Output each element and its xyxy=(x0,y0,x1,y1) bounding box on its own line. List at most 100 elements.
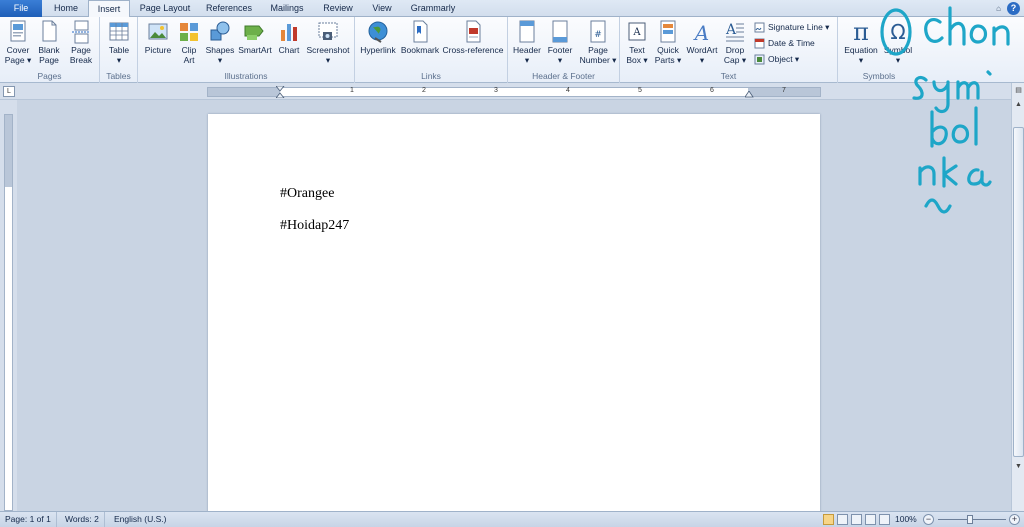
zoom-level[interactable]: 100% xyxy=(895,512,917,527)
zoom-slider-thumb[interactable] xyxy=(967,515,973,524)
language-indicator[interactable]: English (U.S.) xyxy=(109,512,171,527)
vertical-scrollbar[interactable]: ▤ ▲ ▼ xyxy=(1011,83,1024,511)
quick-parts-button[interactable]: Quick Parts ▾ xyxy=(652,20,684,65)
drop-cap-button[interactable]: A Drop Cap ▾ xyxy=(720,20,750,65)
view-ruler-icon[interactable]: ▤ xyxy=(1013,85,1024,96)
zoom-out-icon[interactable]: − xyxy=(923,514,934,525)
svg-text:A: A xyxy=(693,21,709,44)
tab-grammarly[interactable]: Grammarly xyxy=(404,0,462,17)
signature-line-label: Signature Line ▾ xyxy=(768,22,830,32)
equation-button[interactable]: π Equation ▾ xyxy=(842,20,880,65)
wordart-button[interactable]: A WordArt ▾ xyxy=(684,20,720,65)
scrollbar-thumb[interactable] xyxy=(1013,127,1024,457)
screenshot-button[interactable]: Screenshot ▾ xyxy=(304,20,352,65)
blank-page-button[interactable]: Blank Page xyxy=(35,20,63,65)
header-button[interactable]: Header ▾ xyxy=(511,20,543,65)
header-label: Header ▾ xyxy=(513,45,541,65)
group-header-footer: Header ▾ Footer ▾ # Page Number ▾ Header… xyxy=(508,17,620,83)
document-page[interactable]: #Orangee #Hoidap247 xyxy=(208,114,820,511)
cover-page-button[interactable]: Cover Page ▾ xyxy=(3,20,33,65)
picture-label: Picture xyxy=(144,45,172,55)
svg-text:A: A xyxy=(632,27,641,38)
picture-button[interactable]: Picture xyxy=(142,20,174,56)
hyperlink-label: Hyperlink xyxy=(360,45,396,55)
object-button[interactable]: Object ▾ xyxy=(754,52,799,66)
outline-view-icon[interactable] xyxy=(865,514,876,525)
page-number-label: Page Number ▾ xyxy=(579,45,617,65)
horizontal-ruler[interactable]: 1 2 3 4 5 6 7 xyxy=(207,86,821,98)
blank-page-label: Blank Page xyxy=(38,45,60,65)
indent-marker-icon[interactable] xyxy=(276,86,285,98)
bookmark-label: Bookmark xyxy=(400,45,440,55)
date-time-button[interactable]: Date & Time xyxy=(754,36,815,50)
page-break-label: Page Break xyxy=(69,45,93,65)
shapes-button[interactable]: Shapes ▾ xyxy=(204,20,236,65)
table-icon xyxy=(109,22,129,41)
wordart-icon: A xyxy=(693,21,709,44)
clip-art-button[interactable]: Clip Art xyxy=(176,20,202,65)
group-label-illustrations: Illustrations xyxy=(224,71,268,81)
document-line-1[interactable]: #Orangee xyxy=(280,186,334,202)
tab-insert[interactable]: Insert xyxy=(88,0,130,18)
left-margin-shade xyxy=(208,88,280,96)
bookmark-button[interactable]: Bookmark xyxy=(399,20,441,56)
tab-review[interactable]: Review xyxy=(316,0,360,17)
signature-line-icon xyxy=(754,22,765,32)
group-illustrations: Picture Clip Art Shapes ▾ SmartArt Chart… xyxy=(138,17,355,83)
ruler-number: 5 xyxy=(638,87,642,94)
tab-home[interactable]: Home xyxy=(46,0,86,17)
chart-icon xyxy=(281,24,297,41)
scroll-up-icon[interactable]: ▲ xyxy=(1013,99,1024,110)
page-count[interactable]: Page: 1 of 1 xyxy=(0,512,57,527)
signature-line-button[interactable]: Signature Line ▾ xyxy=(754,20,829,34)
document-area[interactable]: #Orangee #Hoidap247 xyxy=(17,100,1011,511)
draft-view-icon[interactable] xyxy=(879,514,890,525)
table-button[interactable]: Table ▾ xyxy=(104,20,134,65)
date-time-label: Date & Time xyxy=(768,38,815,48)
zoom-in-icon[interactable]: + xyxy=(1009,514,1020,525)
tab-stop-selector[interactable]: L xyxy=(3,86,15,97)
smartart-button[interactable]: SmartArt xyxy=(237,20,273,56)
page-number-icon: # xyxy=(590,20,606,43)
page-number-button[interactable]: # Page Number ▾ xyxy=(578,20,618,65)
shapes-label: Shapes ▾ xyxy=(205,45,235,65)
shapes-icon xyxy=(210,21,230,41)
footer-button[interactable]: Footer ▾ xyxy=(544,20,576,65)
group-tables: Table ▾ Tables xyxy=(100,17,138,83)
ribbon: Cover Page ▾ Blank Page Page Break Pages… xyxy=(0,17,1024,83)
page-break-icon xyxy=(72,20,90,44)
full-screen-reading-view-icon[interactable] xyxy=(837,514,848,525)
group-label-tables: Tables xyxy=(106,71,131,81)
cross-reference-icon xyxy=(466,20,481,43)
text-box-button[interactable]: A Text Box ▾ xyxy=(623,20,651,65)
scroll-down-icon[interactable]: ▼ xyxy=(1013,461,1024,472)
object-icon xyxy=(754,54,765,64)
vertical-ruler[interactable] xyxy=(4,114,13,511)
ruler-number: 1 xyxy=(350,87,354,94)
right-indent-marker-icon[interactable] xyxy=(745,91,754,98)
document-line-2[interactable]: #Hoidap247 xyxy=(280,218,349,234)
hyperlink-button[interactable]: Hyperlink xyxy=(358,20,398,56)
chart-button[interactable]: Chart xyxy=(275,20,303,56)
print-layout-view-icon[interactable] xyxy=(823,514,834,525)
quick-parts-label: Quick Parts ▾ xyxy=(654,45,682,65)
group-symbols: π Equation ▾ Ω Symbol ▾ Symbols xyxy=(838,17,920,83)
web-layout-view-icon[interactable] xyxy=(851,514,862,525)
tab-mailings[interactable]: Mailings xyxy=(262,0,312,17)
minimize-ribbon-icon[interactable]: ⌂ xyxy=(996,4,1001,13)
tab-view[interactable]: View xyxy=(364,0,400,17)
cross-reference-button[interactable]: Cross-reference xyxy=(441,20,505,56)
tab-references[interactable]: References xyxy=(200,0,258,17)
screenshot-label: Screenshot ▾ xyxy=(306,45,350,65)
tab-file[interactable]: File xyxy=(0,0,42,17)
word-count[interactable]: Words: 2 xyxy=(60,512,105,527)
tab-page-layout[interactable]: Page Layout xyxy=(134,0,196,17)
blank-page-icon xyxy=(42,20,57,42)
symbol-button[interactable]: Ω Symbol ▾ xyxy=(880,20,916,65)
chart-label: Chart xyxy=(278,45,300,55)
help-icon[interactable]: ? xyxy=(1007,2,1020,15)
group-links: Hyperlink Bookmark Cross-reference Links xyxy=(355,17,508,83)
omega-icon: Ω xyxy=(890,20,906,44)
status-bar: Page: 1 of 1 Words: 2 English (U.S.) 100… xyxy=(0,511,1024,527)
page-break-button[interactable]: Page Break xyxy=(66,20,96,65)
